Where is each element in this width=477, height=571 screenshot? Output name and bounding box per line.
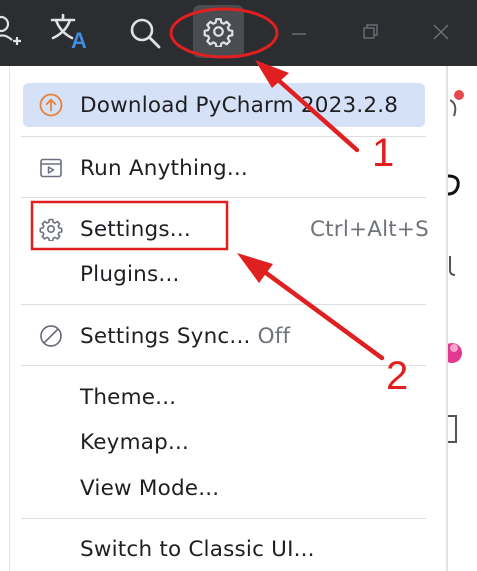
menu-item-settings-sync[interactable]: Settings Sync... Off (23, 314, 425, 358)
menu-item-switch-classic-ui[interactable]: Switch to Classic UI... (23, 527, 425, 571)
device-icon[interactable] (448, 412, 474, 448)
translate-icon[interactable]: A (49, 12, 91, 52)
plugin-icon[interactable] (448, 336, 474, 370)
ai-assistant-icon[interactable] (448, 170, 474, 200)
arrow-up-circle-icon (39, 93, 63, 117)
menu-item-text: Settings Sync... (80, 323, 251, 349)
menu-item-theme[interactable]: Theme... (23, 375, 425, 419)
svg-text:A: A (71, 28, 87, 52)
menu-separator (21, 518, 426, 519)
title-bar: A (0, 0, 477, 66)
menu-item-label: Run Anything... (80, 155, 248, 181)
main-menu-popup: Download PyCharm 2023.2.8 Run Anything..… (9, 66, 447, 571)
sync-off-icon (40, 325, 62, 347)
menu-item-download-update[interactable]: Download PyCharm 2023.2.8 (23, 83, 425, 127)
add-user-icon[interactable] (0, 14, 22, 50)
close-icon[interactable] (431, 22, 451, 42)
menu-item-plugins[interactable]: Plugins... (23, 252, 425, 296)
run-anything-icon (40, 158, 62, 178)
sync-status: Off (257, 323, 291, 349)
menu-separator (21, 136, 426, 137)
menu-item-view-mode[interactable]: View Mode... (23, 466, 425, 510)
minimize-icon[interactable] (289, 24, 309, 44)
restore-icon[interactable] (361, 22, 381, 42)
menu-item-label: Keymap... (80, 429, 190, 455)
menu-item-label: Settings... (80, 216, 191, 242)
menu-item-keymap[interactable]: Keymap... (23, 420, 425, 464)
menu-item-label: Theme... (80, 384, 177, 410)
tool-window-icon[interactable] (448, 252, 474, 278)
search-icon[interactable] (128, 16, 164, 50)
menu-item-label: Plugins... (80, 261, 180, 287)
menu-item-settings[interactable]: Settings... Ctrl+Alt+S (23, 207, 429, 251)
gear-icon (203, 18, 234, 47)
settings-toolbar-button[interactable] (193, 5, 244, 58)
notification-icon[interactable] (450, 86, 476, 120)
keyboard-shortcut: Ctrl+Alt+S (309, 216, 429, 242)
menu-item-label: Settings Sync... Off (80, 324, 290, 349)
menu-item-label: Switch to Classic UI... (80, 536, 315, 562)
menu-item-label: Download PyCharm 2023.2.8 (80, 92, 399, 118)
menu-item-label: View Mode... (80, 475, 220, 501)
menu-item-run-anything[interactable]: Run Anything... (23, 146, 425, 190)
menu-separator (21, 365, 426, 366)
menu-separator (21, 197, 426, 198)
menu-separator (21, 304, 426, 305)
right-tool-strip (447, 66, 477, 571)
gear-icon (39, 218, 63, 241)
